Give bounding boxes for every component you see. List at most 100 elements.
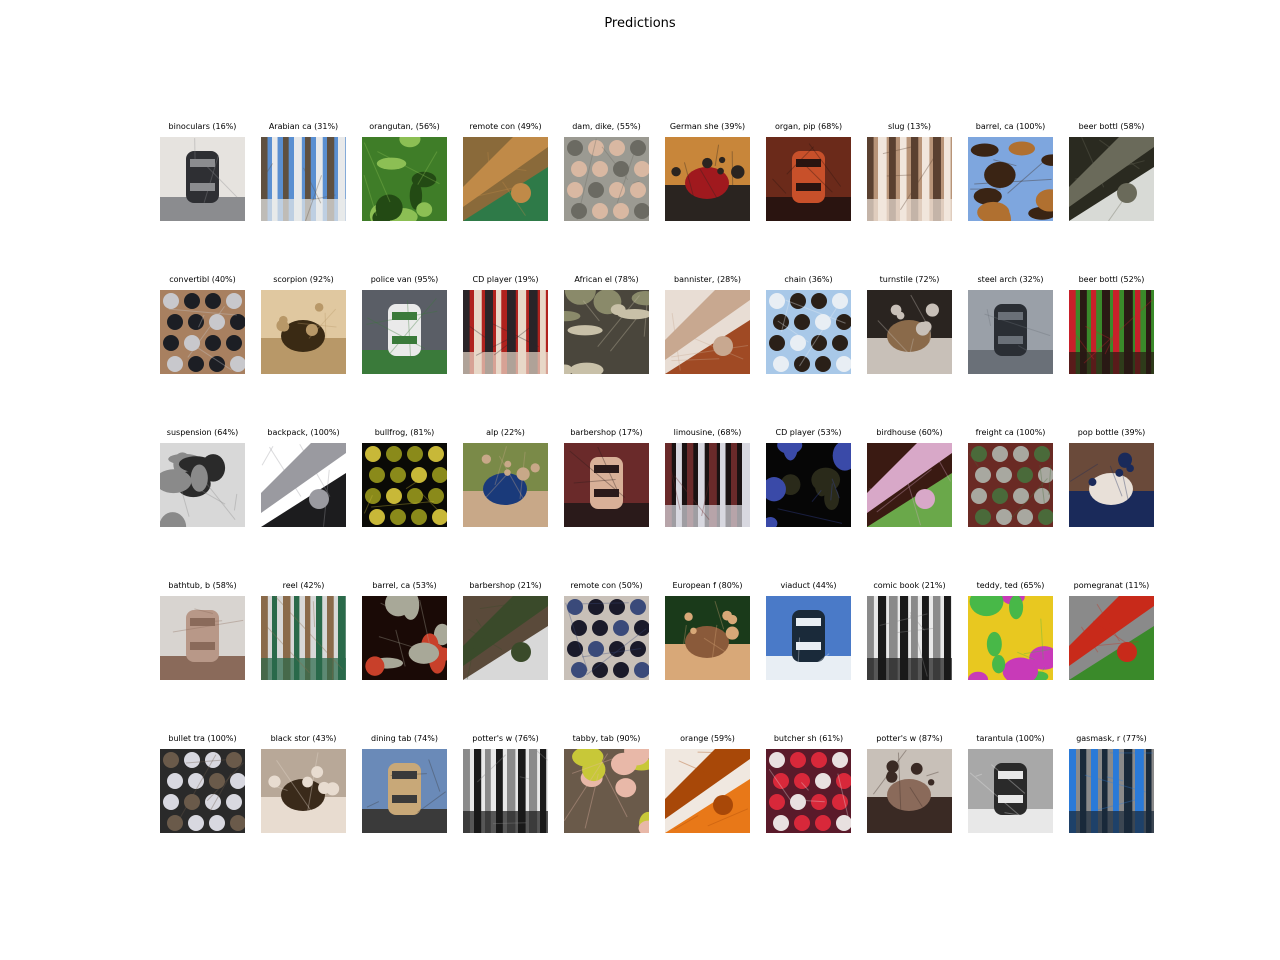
figure-title: Predictions [604,16,676,31]
leaves-ground-picture [261,749,346,833]
prediction-label: bullfrog, (81%) [374,428,435,437]
bottle-thumbnail [1069,137,1154,221]
prediction-label: tarantula (100%) [976,734,1045,743]
costume-figure-thumbnail [665,137,750,221]
prediction-label: potter's w (76%) [472,734,539,743]
bottles-on-shelf-picture [1069,443,1154,527]
prediction-label: binoculars (16%) [168,122,237,131]
prediction-label: limousine, (68%) [673,428,742,437]
freight-car-thumbnail [968,443,1053,527]
prediction-label: potter's w (87%) [876,734,943,743]
sandals-thumbnail [766,290,851,374]
prediction-label: suspension (64%) [166,428,239,437]
goggles-toy-picture [1069,749,1154,833]
candle-toy-thumbnail [968,596,1053,680]
prediction-label: teddy, ted (65%) [976,581,1045,590]
prediction-label: dining tab (74%) [371,734,438,743]
prediction-label: birdhouse (60%) [876,428,943,437]
van-thumbnail [362,290,447,374]
suspension-bridge-picture [160,443,245,527]
steel-bridge-thumbnail [968,290,1053,374]
hand-over-water-picture [564,137,649,221]
van-picture [362,290,447,374]
wooden-sticks-thumbnail [665,290,750,374]
barrel-picture [968,137,1053,221]
bottles-on-shelf-thumbnail [1069,443,1154,527]
dark-stereo-picture [766,443,851,527]
scorpion-picture [261,290,346,374]
train-station-picture [160,749,245,833]
prediction-row: convertibl (40%) scorpion (92%) police van… [160,273,1154,393]
prediction-label: CD player (53%) [775,428,842,437]
sandals-bw-thumbnail [463,749,548,833]
prediction-label: chain (36%) [784,275,833,284]
shoulder-bag-thumbnail [261,443,346,527]
prediction-label: beer bottl (52%) [1078,275,1145,284]
dining-room-thumbnail [362,749,447,833]
mp3-player-thumbnail [564,596,649,680]
prediction-label: European f (80%) [672,581,743,590]
prediction-label: bathtub, b (58%) [168,581,237,590]
prediction-label: slug (13%) [887,122,932,131]
green-pepper-plant-picture [362,137,447,221]
man-with-binoculars-thumbnail [463,443,548,527]
elephant-picture [564,290,649,374]
bottle-picture [1069,137,1154,221]
green-cart-thumbnail [261,596,346,680]
crowd-thumbnail [564,443,649,527]
hands-with-cds-picture [463,290,548,374]
wine-cellar-picture [766,137,851,221]
goggles-toy-thumbnail [1069,749,1154,833]
mp3-player-picture [564,596,649,680]
convertible-car-thumbnail [160,290,245,374]
crowd-picture [564,443,649,527]
man-at-tower-thumbnail [463,137,548,221]
costume-figure-picture [665,137,750,221]
prediction-label: viaduct (44%) [780,581,837,590]
prediction-label: beer bottl (58%) [1078,122,1145,131]
tomato-plant-picture [1069,596,1154,680]
prediction-label: pop bottle (39%) [1077,428,1146,437]
shutter-gate-thumbnail [867,290,952,374]
birdhouse-thumbnail [867,443,952,527]
prediction-label: freight ca (100%) [975,428,1046,437]
prediction-label: CD player (19%) [472,275,539,284]
suspension-bridge-thumbnail [160,443,245,527]
green-pepper-plant-thumbnail [362,137,447,221]
bar-counter-picture [362,596,447,680]
people-crowd-thumbnail [463,596,548,680]
prediction-label: gasmask, r (77%) [1076,734,1147,743]
frog-on-leaf-thumbnail [362,443,447,527]
prediction-label: African el (78%) [574,275,639,284]
steel-bridge-picture [968,290,1053,374]
elephant-thumbnail [564,290,649,374]
sandals-picture [766,290,851,374]
prediction-label: convertibl (40%) [169,275,236,284]
camel-in-desert-thumbnail [261,137,346,221]
prediction-row: binoculars (16%) Arabian ca (31%) oranguta… [160,120,1154,240]
prediction-label: German she (39%) [669,122,746,131]
prediction-label: scorpion (92%) [273,275,334,284]
prediction-label: bullet tra (100%) [168,734,237,743]
camel-in-desert-picture [261,137,346,221]
frog-on-leaf-picture [362,443,447,527]
hand-over-water-thumbnail [564,137,649,221]
prediction-label: organ, pip (68%) [774,122,843,131]
binoculars-picture [160,137,245,221]
bridge-underside-picture [766,596,851,680]
prediction-label: dam, dike, (55%) [572,122,641,131]
prediction-label: backpack, (100%) [267,428,340,437]
people-crowd-picture [463,596,548,680]
birdhouse-picture [867,443,952,527]
leaves-ground-thumbnail [261,749,346,833]
old-photo-thumbnail [867,596,952,680]
old-photo-picture [867,596,952,680]
bridge-underside-thumbnail [766,596,851,680]
wicker-basket-thumbnail [867,137,952,221]
man-at-tower-picture [463,137,548,221]
wine-cellar-thumbnail [766,137,851,221]
tomato-plant-thumbnail [1069,596,1154,680]
prediction-label: barbershop (21%) [469,581,542,590]
prediction-label: remote con (50%) [570,581,643,590]
prediction-label: Arabian ca (31%) [268,122,339,131]
